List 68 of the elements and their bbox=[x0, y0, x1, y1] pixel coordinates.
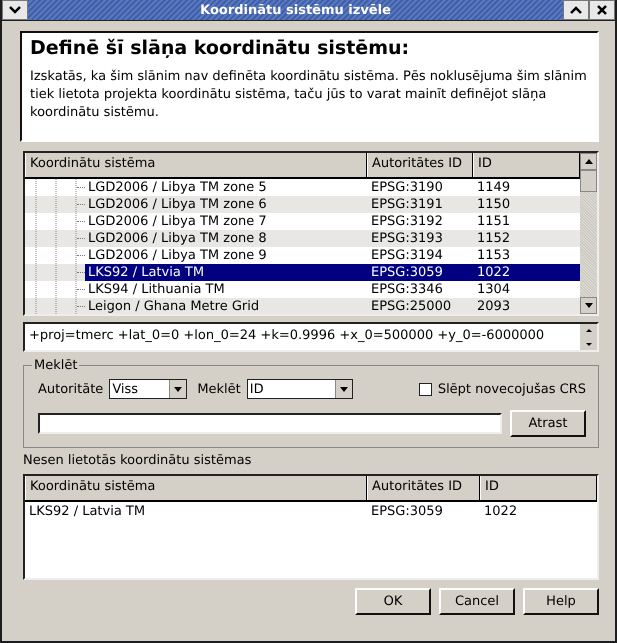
column-header[interactable]: Autoritātes ID bbox=[367, 153, 473, 177]
tree-row[interactable]: LKS92 / Latvia TM EPSG:3059 1022 bbox=[25, 264, 580, 281]
table-cell-text: LGD2006 / Libya TM zone 5 bbox=[87, 179, 268, 196]
table-cell-text: Leigon / Ghana Metre Grid bbox=[87, 298, 260, 314]
table-cell-text: 1022 bbox=[483, 503, 518, 521]
maximize-button[interactable] bbox=[563, 0, 589, 20]
column-header[interactable]: ID bbox=[480, 476, 597, 500]
chevron-down-icon bbox=[9, 6, 21, 14]
table-cell-text: LKS94 / Lithuania TM bbox=[87, 281, 226, 298]
table-cell-text: EPSG:3192 bbox=[370, 213, 444, 230]
table-cell-text: LGD2006 / Libya TM zone 8 bbox=[87, 230, 268, 247]
arrow-down-icon bbox=[584, 303, 592, 308]
column-header[interactable]: Koordinātu sistēma bbox=[25, 476, 367, 500]
dialog-button[interactable]: Cancel bbox=[439, 588, 515, 615]
proj-string: +proj=tmerc +lat_0=0 +lon_0=24 +k=0.9996 +x_0=500000 +y_0=-6000000 bbox=[28, 327, 546, 345]
find-button[interactable]: Atrast bbox=[510, 410, 586, 437]
search-type-dropdown[interactable]: ID bbox=[246, 379, 353, 399]
column-header[interactable]: Koordinātu sistēma bbox=[25, 153, 367, 177]
info-heading: Definē šī slāņa koordinātu sistēmu: bbox=[30, 37, 410, 59]
table-cell-text: 1151 bbox=[476, 213, 512, 230]
search-field[interactable] bbox=[38, 413, 502, 434]
table-cell-text: EPSG:25000 bbox=[370, 298, 452, 314]
arrow-up-icon bbox=[586, 328, 592, 332]
table-cell-text: 1153 bbox=[476, 247, 512, 264]
table-cell-text: 1152 bbox=[476, 230, 512, 247]
chevron-up-icon bbox=[570, 6, 582, 14]
close-icon bbox=[597, 5, 607, 15]
table-cell: 1022 bbox=[473, 264, 580, 281]
authority-dropdown[interactable]: Viss bbox=[109, 379, 188, 399]
table-cell-text: EPSG:3190 bbox=[370, 179, 444, 196]
table-cell-text: 1150 bbox=[476, 196, 512, 213]
table-cell-text: EPSG:3059 bbox=[370, 503, 444, 521]
group-title: Meklēt bbox=[33, 358, 78, 373]
table-cell-text: 1149 bbox=[476, 179, 512, 196]
table-cell: EPSG:3059 bbox=[367, 264, 473, 281]
proj-string-box[interactable]: +proj=tmerc +lat_0=0 +lon_0=24 +k=0.9996 +x_0=500000 +y_0=-6000000 bbox=[23, 322, 599, 352]
window-title: Koordinātu sistēmu izvēle bbox=[199, 2, 392, 18]
field-label: Meklēt bbox=[197, 382, 241, 396]
tree-row[interactable]: LGD2006 / Libya TM zone 6 EPSG:3191 1150 bbox=[25, 196, 580, 213]
table-cell-text: LKS92 / Latvia TM bbox=[28, 503, 146, 521]
tree-row[interactable]: Leigon / Ghana Metre Grid EPSG:25000 2093 bbox=[25, 298, 580, 314]
field-label: Autoritāte bbox=[38, 382, 104, 396]
table-cell-text: EPSG:3191 bbox=[370, 196, 444, 213]
table-cell-text: LGD2006 / Libya TM zone 7 bbox=[87, 213, 268, 230]
section-label: Nesen lietotās koordinātu sistēmas bbox=[23, 453, 252, 468]
info-text: Izskatās, ka šim slānim nav definēta koordinātu sistēma. Pēs noklusējuma šim slānim tiek lietota projekta koordinātu sistēma, taču jūs to varat mainīt definējot slāņa koordinātu sistēmu. bbox=[30, 68, 588, 122]
caret-icon bbox=[174, 386, 182, 392]
tree-row[interactable]: LGD2006 / Libya TM zone 8 EPSG:3193 1152 bbox=[25, 230, 580, 247]
table-cell-text: 1304 bbox=[476, 281, 512, 298]
scrollbar[interactable] bbox=[580, 153, 597, 314]
arrow-down-icon bbox=[586, 342, 592, 346]
dialog-button[interactable]: OK bbox=[355, 588, 431, 615]
menu-button[interactable] bbox=[2, 0, 28, 20]
table-cell-text: EPSG:3194 bbox=[370, 247, 444, 264]
caret-icon bbox=[340, 386, 348, 392]
scrollbar-thumb[interactable] bbox=[580, 170, 597, 192]
arrow-up-icon bbox=[584, 159, 592, 164]
checkbox-label[interactable]: Slēpt novecojušas CRS bbox=[438, 382, 586, 396]
table-cell-text: EPSG:3346 bbox=[370, 281, 444, 298]
checkbox[interactable] bbox=[418, 382, 432, 396]
table-cell-text: LGD2006 / Libya TM zone 9 bbox=[87, 247, 268, 264]
table-cell-text: EPSG:3193 bbox=[370, 230, 444, 247]
table-cell: LKS92 / Latvia TM bbox=[85, 264, 367, 281]
column-header[interactable]: Autoritātes ID bbox=[367, 476, 480, 500]
table-cell-text: LGD2006 / Libya TM zone 6 bbox=[87, 196, 268, 213]
close-button[interactable] bbox=[589, 0, 615, 20]
table-cell-text: 2093 bbox=[476, 298, 512, 314]
dialog-button[interactable]: Help bbox=[523, 588, 599, 615]
